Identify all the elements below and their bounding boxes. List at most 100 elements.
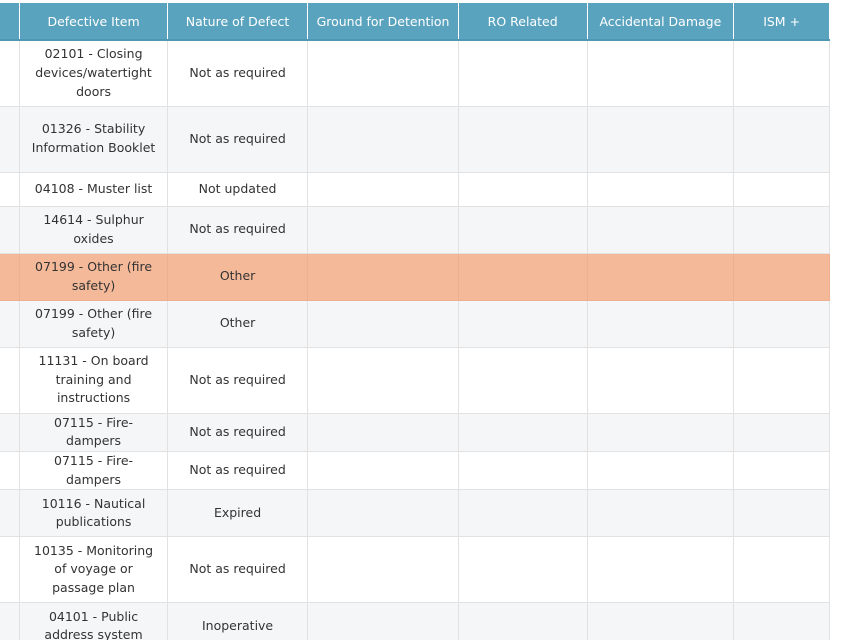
cell-ro-related — [458, 347, 588, 414]
cell-ground-for-detention — [307, 172, 459, 207]
cell-ro-related — [458, 451, 588, 491]
cell-category-cut: n - I — [0, 206, 21, 254]
column-header-ground-for-detention[interactable]: Ground for Detention — [307, 3, 459, 41]
table-row[interactable]: ms04108 - Muster listNot updated — [0, 172, 830, 207]
cell-ism — [733, 602, 830, 640]
cell-category-cut: - — [0, 106, 21, 173]
table-row[interactable]: on10135 - Monitoring of voyage or passag… — [0, 536, 830, 604]
cell-defective-item: 04101 - Public address system — [19, 602, 168, 640]
cell-defective-item: 04108 - Muster list — [19, 172, 168, 207]
cell-nature-of-defect: Not as required — [167, 536, 309, 604]
cell-nature-of-defect: Not as required — [167, 40, 309, 107]
cell-nature-of-defect: Not as required — [167, 206, 309, 254]
cell-ro-related — [458, 489, 588, 538]
column-header-accidental-damage[interactable]: Accidental Damage — [587, 3, 735, 41]
cell-nature-of-defect: Not as required — [167, 347, 309, 414]
cell-category-cut: on — [0, 536, 21, 604]
table-viewport[interactable]: Defective Item Nature of Defect Ground f… — [0, 0, 860, 640]
cell-category-cut — [0, 451, 21, 491]
cell-ro-related — [458, 300, 588, 348]
cell-category-cut: ons — [0, 40, 21, 107]
cell-accidental-damage — [587, 206, 735, 254]
cell-ro-related — [458, 602, 588, 640]
cell-nature-of-defect: Not as required — [167, 413, 309, 452]
cell-accidental-damage — [587, 253, 735, 301]
cell-nature-of-defect: Inoperative — [167, 602, 309, 640]
cell-defective-item: 07115 - Fire-dampers — [19, 413, 168, 452]
cell-ism — [733, 300, 830, 348]
table-row[interactable]: 07199 - Other (fire safety) Other — [0, 300, 830, 348]
column-header-ism[interactable]: ISM + — [733, 3, 830, 41]
cell-ground-for-detention — [307, 536, 459, 604]
cell-category-cut: ms — [0, 602, 21, 640]
column-header-nature-of-defect[interactable]: Nature of Defect — [167, 3, 309, 41]
table-row[interactable]: ms04101 - Public address systemInoperati… — [0, 602, 830, 640]
cell-accidental-damage — [587, 300, 735, 348]
cell-accidental-damage — [587, 172, 735, 207]
cell-category-cut: ces — [0, 347, 21, 414]
cell-ground-for-detention — [307, 347, 459, 414]
cell-ground-for-detention — [307, 40, 459, 107]
cell-category-cut — [0, 413, 21, 452]
cell-ground-for-detention — [307, 300, 459, 348]
cell-ism — [733, 40, 830, 107]
cell-accidental-damage — [587, 40, 735, 107]
cell-ground-for-detention — [307, 413, 459, 452]
cell-defective-item: 01326 - Stability Information Booklet — [19, 106, 168, 173]
cell-accidental-damage — [587, 602, 735, 640]
cell-defective-item: 07115 - Fire-dampers — [19, 451, 168, 491]
table-row[interactable]: n - I14614 - Sulphur oxidesNot as requir… — [0, 206, 830, 254]
cell-defective-item: 07199 - Other (fire safety) — [19, 300, 168, 348]
cell-category-cut: on — [0, 489, 21, 538]
table-row[interactable]: on10116 - Nautical publicationsExpired — [0, 489, 830, 538]
table-row[interactable]: 07115 - Fire-dampers Not as required — [0, 413, 830, 452]
cell-ism — [733, 451, 830, 491]
cell-ground-for-detention — [307, 253, 459, 301]
column-header-cut[interactable] — [0, 3, 21, 41]
cell-ism — [733, 413, 830, 452]
cell-nature-of-defect: Not as required — [167, 106, 309, 173]
cell-defective-item: 11131 - On board training and instructio… — [19, 347, 168, 414]
cell-ro-related — [458, 40, 588, 107]
table-row[interactable]: ces11131 - On board training and instruc… — [0, 347, 830, 414]
cell-nature-of-defect: Not updated — [167, 172, 309, 207]
column-header-ro-related[interactable]: RO Related — [458, 3, 588, 41]
cell-category-cut — [0, 253, 21, 301]
cell-nature-of-defect: Not as required — [167, 451, 309, 491]
cell-ism — [733, 206, 830, 254]
cell-nature-of-defect: Other — [167, 253, 309, 301]
cell-ro-related — [458, 106, 588, 173]
cell-category-cut: ms — [0, 172, 21, 207]
cell-defective-item: 10135 - Monitoring of voyage or passage … — [19, 536, 168, 604]
cell-accidental-damage — [587, 536, 735, 604]
cell-ro-related — [458, 413, 588, 452]
cell-category-cut — [0, 300, 21, 348]
cell-defective-item: 10116 - Nautical publications — [19, 489, 168, 538]
table-row[interactable]: 07115 - Fire-dampers Not as required — [0, 451, 830, 491]
cell-nature-of-defect: Other — [167, 300, 309, 348]
table-header-row: Defective Item Nature of Defect Ground f… — [0, 3, 830, 41]
cell-ism — [733, 106, 830, 173]
cell-nature-of-defect: Expired — [167, 489, 309, 538]
cell-accidental-damage — [587, 489, 735, 538]
cell-ro-related — [458, 172, 588, 207]
table-row[interactable]: ons02101 - Closing devices/watertight do… — [0, 40, 830, 107]
cell-ism — [733, 253, 830, 301]
cell-ism — [733, 347, 830, 414]
cell-ground-for-detention — [307, 451, 459, 491]
cell-ro-related — [458, 536, 588, 604]
defects-table: Defective Item Nature of Defect Ground f… — [0, 3, 830, 640]
cell-ground-for-detention — [307, 206, 459, 254]
column-header-defective-item[interactable]: Defective Item — [19, 3, 168, 41]
cell-ism — [733, 172, 830, 207]
cell-ism — [733, 536, 830, 604]
cell-accidental-damage — [587, 106, 735, 173]
cell-ground-for-detention — [307, 602, 459, 640]
cell-accidental-damage — [587, 451, 735, 491]
cell-ism — [733, 489, 830, 538]
cell-defective-item: 07199 - Other (fire safety) — [19, 253, 168, 301]
cell-ground-for-detention — [307, 489, 459, 538]
table-row[interactable]: 07199 - Other (fire safety) Other — [0, 253, 830, 301]
table-row[interactable]: -01326 - Stability Information BookletNo… — [0, 106, 830, 173]
cell-defective-item: 02101 - Closing devices/watertight doors — [19, 40, 168, 107]
